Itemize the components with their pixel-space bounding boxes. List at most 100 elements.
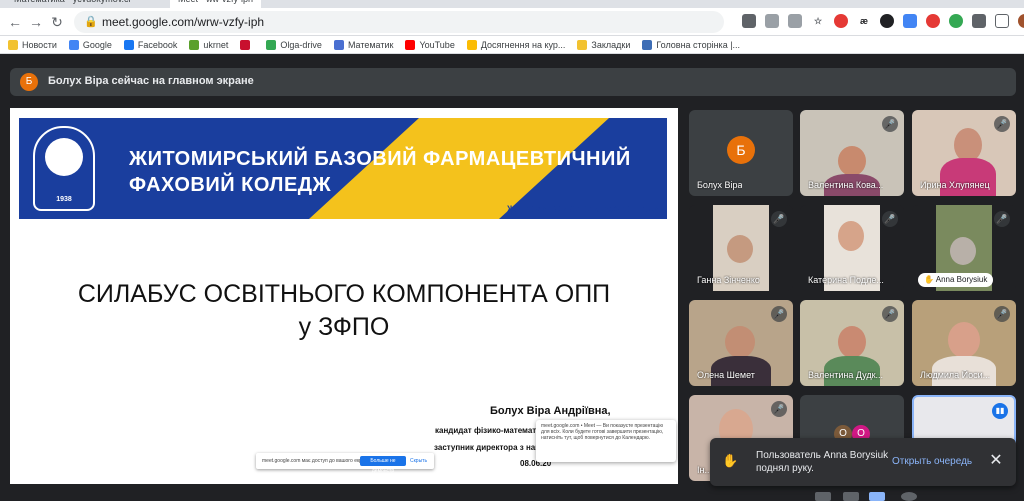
bookmark-icon (405, 39, 416, 50)
bookmark-item[interactable]: YouTube (405, 39, 455, 50)
participant-tile[interactable]: 🎤 Ганна Зінченко (689, 205, 793, 291)
stop-sharing-button[interactable]: Больше не демонстр (360, 456, 406, 474)
mic-off-icon: 🎤 (882, 306, 898, 322)
zoom-icon[interactable] (765, 14, 779, 28)
mic-off-icon: 🎤 (994, 211, 1010, 227)
extension-icons: ☆ æ ⋮ (742, 14, 1024, 30)
translate-icon[interactable] (903, 14, 917, 28)
participant-video (838, 326, 866, 358)
green-extension-icon[interactable] (949, 14, 963, 28)
bookmark-label: Olga-drive (280, 39, 322, 50)
bookmark-icon (642, 39, 653, 50)
participant-video (948, 322, 980, 358)
forward-icon[interactable]: → (27, 13, 45, 31)
participant-tile[interactable]: 🎤 Ирина Хлупянец (912, 110, 1016, 196)
bookmark-item[interactable] (240, 39, 254, 50)
bookmark-icon (189, 39, 200, 50)
participant-name: Anna Borysiuk (935, 275, 988, 284)
slide-title-line1: СИЛАБУС ОСВІТНЬОГО КОМПОНЕНТА ОПП (77, 280, 611, 308)
participant-tile[interactable]: Б Болух Віра (689, 110, 793, 196)
college-name-line3: ЖИТОМИРСЬКОЇ ОБЛАСНОЇ РАДИ (507, 204, 660, 214)
mic-off-icon: 🎤 (771, 306, 787, 322)
open-queue-button[interactable]: Открыть очередь (892, 456, 972, 467)
bookmark-icon (466, 39, 477, 50)
college-header: 1938 ЖИТОМИРСЬКИЙ БАЗОВИЙ ФАРМАЦЕВТИЧНИЙ… (19, 118, 667, 219)
participant-video (954, 128, 982, 162)
share-icon[interactable] (788, 14, 802, 28)
college-logo: 1938 (33, 126, 95, 211)
bookmark-label: Досягнення на кур... (480, 39, 566, 50)
participant-tile[interactable]: 🎤 Катерина Подле... (800, 205, 904, 291)
screen-share-bar: meet.google.com має доступ до вашого екр… (256, 453, 434, 474)
logo-year: 1938 (56, 196, 72, 203)
tab-math[interactable]: Математика - ycvdokymov.ci (14, 0, 131, 8)
participant-video-face (950, 237, 976, 265)
participant-tile[interactable]: 🎤 Валентина Кова... (800, 110, 904, 196)
close-icon[interactable]: ✕ (986, 451, 1006, 471)
ae-icon[interactable]: æ (857, 14, 871, 28)
bookmark-item[interactable]: Математик (333, 39, 394, 50)
bookmark-label: Facebook (137, 39, 178, 50)
participant-tile[interactable]: 🎤 Олена Шемет (689, 300, 793, 386)
control-icon[interactable] (869, 492, 885, 501)
participant-tile[interactable]: 🎤 Людмила Йоси... (912, 300, 1016, 386)
meet-window: Б Болух Віра сейчас на главном экране 19… (0, 54, 1024, 501)
browser-toolbar: ← → ↻ 🔒 meet.google.com/wrw-vzfy-iph ☆ æ… (0, 8, 1024, 36)
participant-avatar: Б (727, 136, 755, 164)
speaking-indicator-icon: ▮▮ (992, 403, 1008, 419)
presenter-avatar: Б (20, 73, 38, 91)
bookmark-item[interactable]: Досягнення на кур... (466, 39, 566, 50)
back-icon[interactable]: ← (6, 13, 24, 31)
slide-title-line2: у ЗФПО (298, 313, 390, 341)
bookmark-icon (68, 39, 79, 50)
participant-video (725, 326, 755, 358)
hide-share-bar-button[interactable]: Скрыть (410, 458, 427, 464)
bookmark-item[interactable]: Google (68, 39, 112, 50)
participant-tile[interactable]: 🎤 ✋ Anna Borysiuk (912, 205, 1016, 291)
reload-icon[interactable]: ↻ (48, 13, 66, 31)
participant-video-face (838, 221, 864, 251)
lock-icon: 🔒 (84, 16, 98, 28)
extension-dark-icon[interactable] (880, 14, 894, 28)
participant-name: Ирина Хлупянец (920, 180, 990, 190)
bookmark-icon (577, 39, 588, 50)
address-bar[interactable]: 🔒 meet.google.com/wrw-vzfy-iph (74, 11, 724, 33)
bookmark-label: ukrnet (203, 39, 229, 50)
participant-name: Катерина Подле... (808, 275, 884, 285)
raised-hand-icon: ✋ (722, 453, 739, 468)
bookmark-item[interactable]: Закладки (577, 39, 630, 50)
adblock-icon[interactable] (834, 14, 848, 28)
bookmark-item[interactable]: Новости (8, 39, 57, 50)
control-icon[interactable] (901, 492, 917, 501)
bookmark-item[interactable]: Olga-drive (266, 39, 322, 50)
bookmark-icon (123, 39, 134, 50)
star-icon[interactable]: ☆ (811, 14, 825, 28)
bookmark-item[interactable]: Facebook (123, 39, 178, 50)
participant-name: Олена Шемет (697, 370, 755, 380)
sidepanel-icon[interactable] (995, 14, 1009, 28)
bookmark-label: Математик (347, 39, 394, 50)
bookmark-icon (8, 39, 18, 50)
bookmark-item[interactable]: Головна сторінка |... (642, 39, 740, 50)
puzzle-icon[interactable] (972, 14, 986, 28)
tab-strip: Математика - ycvdokymov.ci Meet - ww-vzf… (0, 0, 1024, 8)
control-icon[interactable] (843, 492, 859, 501)
camera-icon[interactable] (742, 14, 756, 28)
presentation-popup[interactable]: meet.google.com • Meet — Ви показуєте пр… (536, 420, 676, 462)
bookmarks-bar: Новости Google Facebook ukrnet Olga-drive Мат… (0, 36, 1024, 54)
opera-icon[interactable] (926, 14, 940, 28)
control-icon[interactable] (815, 492, 831, 501)
participant-tile[interactable]: 🎤 Валентина Дудк... (800, 300, 904, 386)
bookmark-label: Новости (22, 39, 57, 50)
participant-name: Ганна Зінченко (697, 275, 760, 285)
participant-video-body (940, 158, 996, 196)
mic-off-icon: 🎤 (882, 116, 898, 132)
profile-avatar[interactable] (1018, 14, 1024, 28)
mic-off-icon: 🎤 (994, 306, 1010, 322)
participant-name-pill: ✋ Anna Borysiuk (918, 273, 994, 287)
toast-message: Пользователь Anna Borysiuk поднял руку. (756, 450, 889, 474)
slide-position: заступник директора з навча (434, 443, 549, 452)
bookmark-item[interactable]: ukrnet (189, 39, 229, 50)
tab-meet[interactable]: Meet - ww-vzfy-iph (170, 0, 262, 8)
url-text: meet.google.com/wrw-vzfy-iph (102, 15, 265, 29)
